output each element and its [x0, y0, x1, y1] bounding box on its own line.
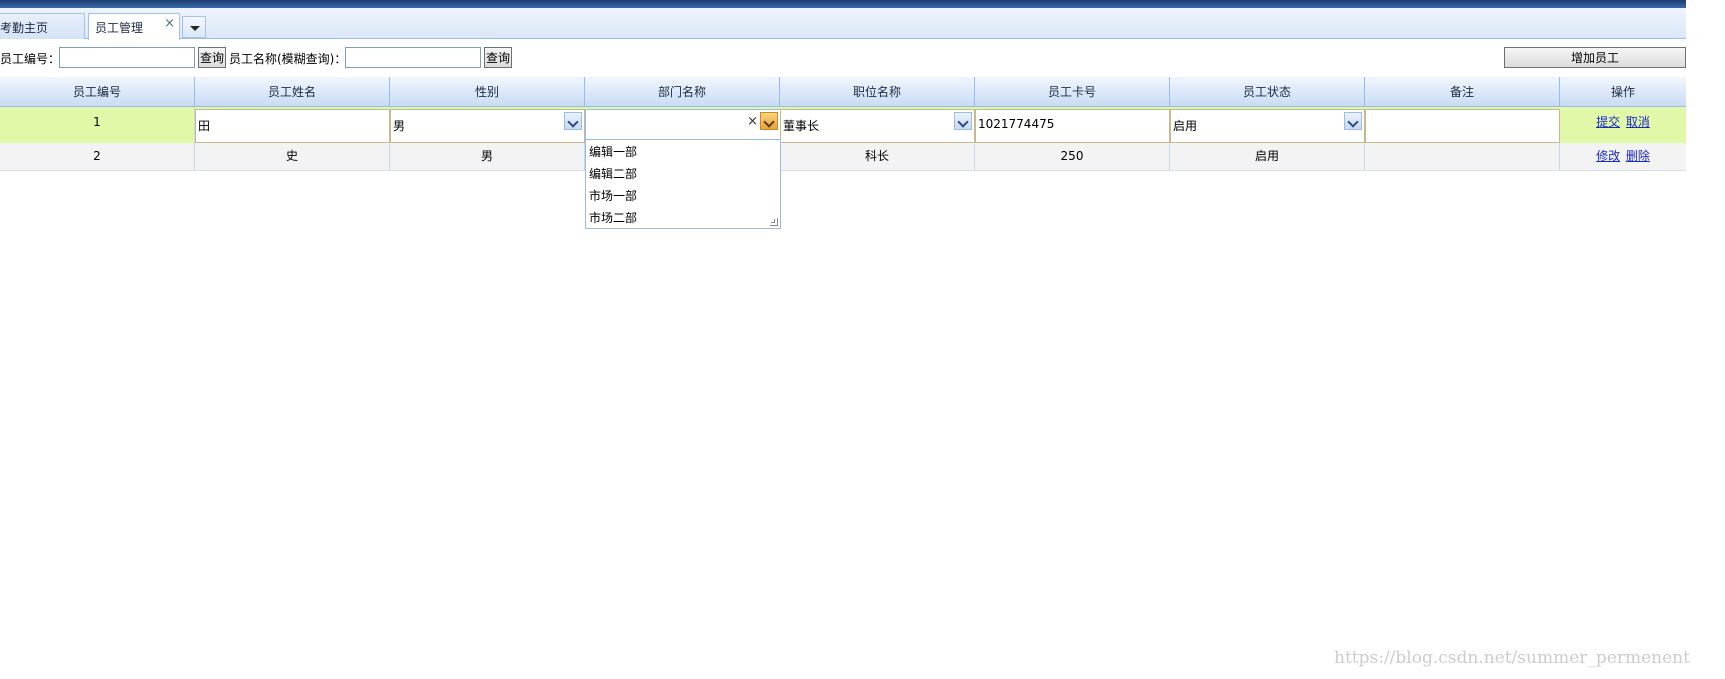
- submit-link[interactable]: 提交: [1596, 115, 1620, 129]
- position-select[interactable]: 董事长: [780, 109, 975, 143]
- cell-status: 启用: [1170, 143, 1365, 170]
- editor-value: 男: [393, 119, 406, 133]
- column-header-card-no[interactable]: 员工卡号: [975, 77, 1170, 107]
- tab-menu-chevron-down-icon[interactable]: [182, 16, 206, 38]
- dropdown-option[interactable]: 市场二部: [589, 208, 637, 228]
- cell-gender: 男: [390, 143, 585, 170]
- editor-value: 田: [198, 119, 211, 133]
- table-row[interactable]: 2 史 男 科长 250 启用 修改 删除: [0, 143, 1686, 171]
- editor-value: 启用: [1173, 119, 1198, 133]
- cell-remark: [1365, 143, 1560, 170]
- department-dropdown-list: 编辑一部 编辑二部 市场一部 市场二部: [585, 139, 781, 229]
- department-combobox[interactable]: ×: [585, 109, 781, 140]
- editor-value: 1021774475: [978, 117, 1055, 131]
- gender-select[interactable]: 男: [390, 109, 585, 143]
- chevron-down-icon[interactable]: [954, 112, 972, 130]
- search-toolbar: 员工编号： 查询 员工名称(模糊查询)： 查询 增加员工: [0, 44, 1686, 70]
- close-icon[interactable]: ×: [164, 16, 175, 31]
- cell-employee-no: 2: [0, 143, 195, 170]
- employee-no-label: 员工编号：: [0, 52, 61, 66]
- dropdown-option[interactable]: 市场一部: [589, 186, 637, 206]
- status-select[interactable]: 启用: [1170, 109, 1365, 143]
- cancel-link[interactable]: 取消: [1626, 115, 1650, 129]
- column-header-department[interactable]: 部门名称: [585, 77, 780, 107]
- column-header-status[interactable]: 员工状态: [1170, 77, 1365, 107]
- query-employee-name-button[interactable]: 查询: [484, 47, 512, 68]
- query-employee-no-button[interactable]: 查询: [198, 47, 226, 68]
- cell-actions: 修改 删除: [1560, 143, 1686, 170]
- chevron-down-icon[interactable]: [564, 112, 582, 130]
- watermark: https://blog.csdn.net/summer_permenent: [1334, 648, 1690, 668]
- dropdown-option[interactable]: 编辑二部: [589, 164, 637, 184]
- employee-name-label: 员工名称(模糊查询)：: [229, 52, 347, 66]
- card-no-editor[interactable]: 1021774475: [975, 109, 1170, 143]
- column-header-remark[interactable]: 备注: [1365, 77, 1560, 107]
- tab-label: 考勤主页: [0, 21, 49, 35]
- column-header-employee-name[interactable]: 员工姓名: [195, 77, 390, 107]
- tab-attendance-home[interactable]: 考勤主页: [0, 13, 85, 39]
- column-header-actions[interactable]: 操作: [1560, 77, 1686, 107]
- table-row-editing: 1 田 男 × 董事长 1021774475 启用 提交 取消: [0, 107, 1686, 143]
- remark-editor[interactable]: [1365, 109, 1560, 143]
- tab-strip: 考勤主页 员工管理 ×: [0, 8, 1686, 40]
- editor-value: 董事长: [783, 119, 820, 133]
- top-banner: [0, 0, 1686, 8]
- resize-grip-icon[interactable]: [770, 218, 778, 226]
- edit-link[interactable]: 修改: [1596, 149, 1620, 163]
- chevron-down-icon[interactable]: [760, 112, 778, 130]
- chevron-down-icon[interactable]: [1344, 112, 1362, 130]
- column-header-position[interactable]: 职位名称: [780, 77, 975, 107]
- tab-label: 员工管理: [95, 21, 144, 35]
- cell-employee-name: 史: [195, 143, 390, 170]
- clear-icon[interactable]: ×: [747, 114, 758, 129]
- delete-link[interactable]: 删除: [1626, 149, 1650, 163]
- employee-no-input[interactable]: [59, 47, 195, 68]
- cell-position: 科长: [780, 143, 975, 170]
- cell-employee-no: 1: [0, 107, 195, 143]
- grid-header: 员工编号 员工姓名 性别 部门名称 职位名称 员工卡号 员工状态 备注 操作: [0, 77, 1686, 107]
- add-employee-button[interactable]: 增加员工: [1504, 47, 1686, 68]
- employee-name-editor[interactable]: 田: [195, 109, 390, 143]
- dropdown-option[interactable]: 编辑一部: [589, 142, 637, 162]
- column-header-employee-no[interactable]: 员工编号: [0, 77, 195, 107]
- cell-card-no: 250: [975, 143, 1170, 170]
- column-header-gender[interactable]: 性别: [390, 77, 585, 107]
- employee-name-input[interactable]: [345, 47, 481, 68]
- cell-actions: 提交 取消: [1560, 107, 1686, 143]
- tab-employee-management[interactable]: 员工管理 ×: [88, 13, 180, 40]
